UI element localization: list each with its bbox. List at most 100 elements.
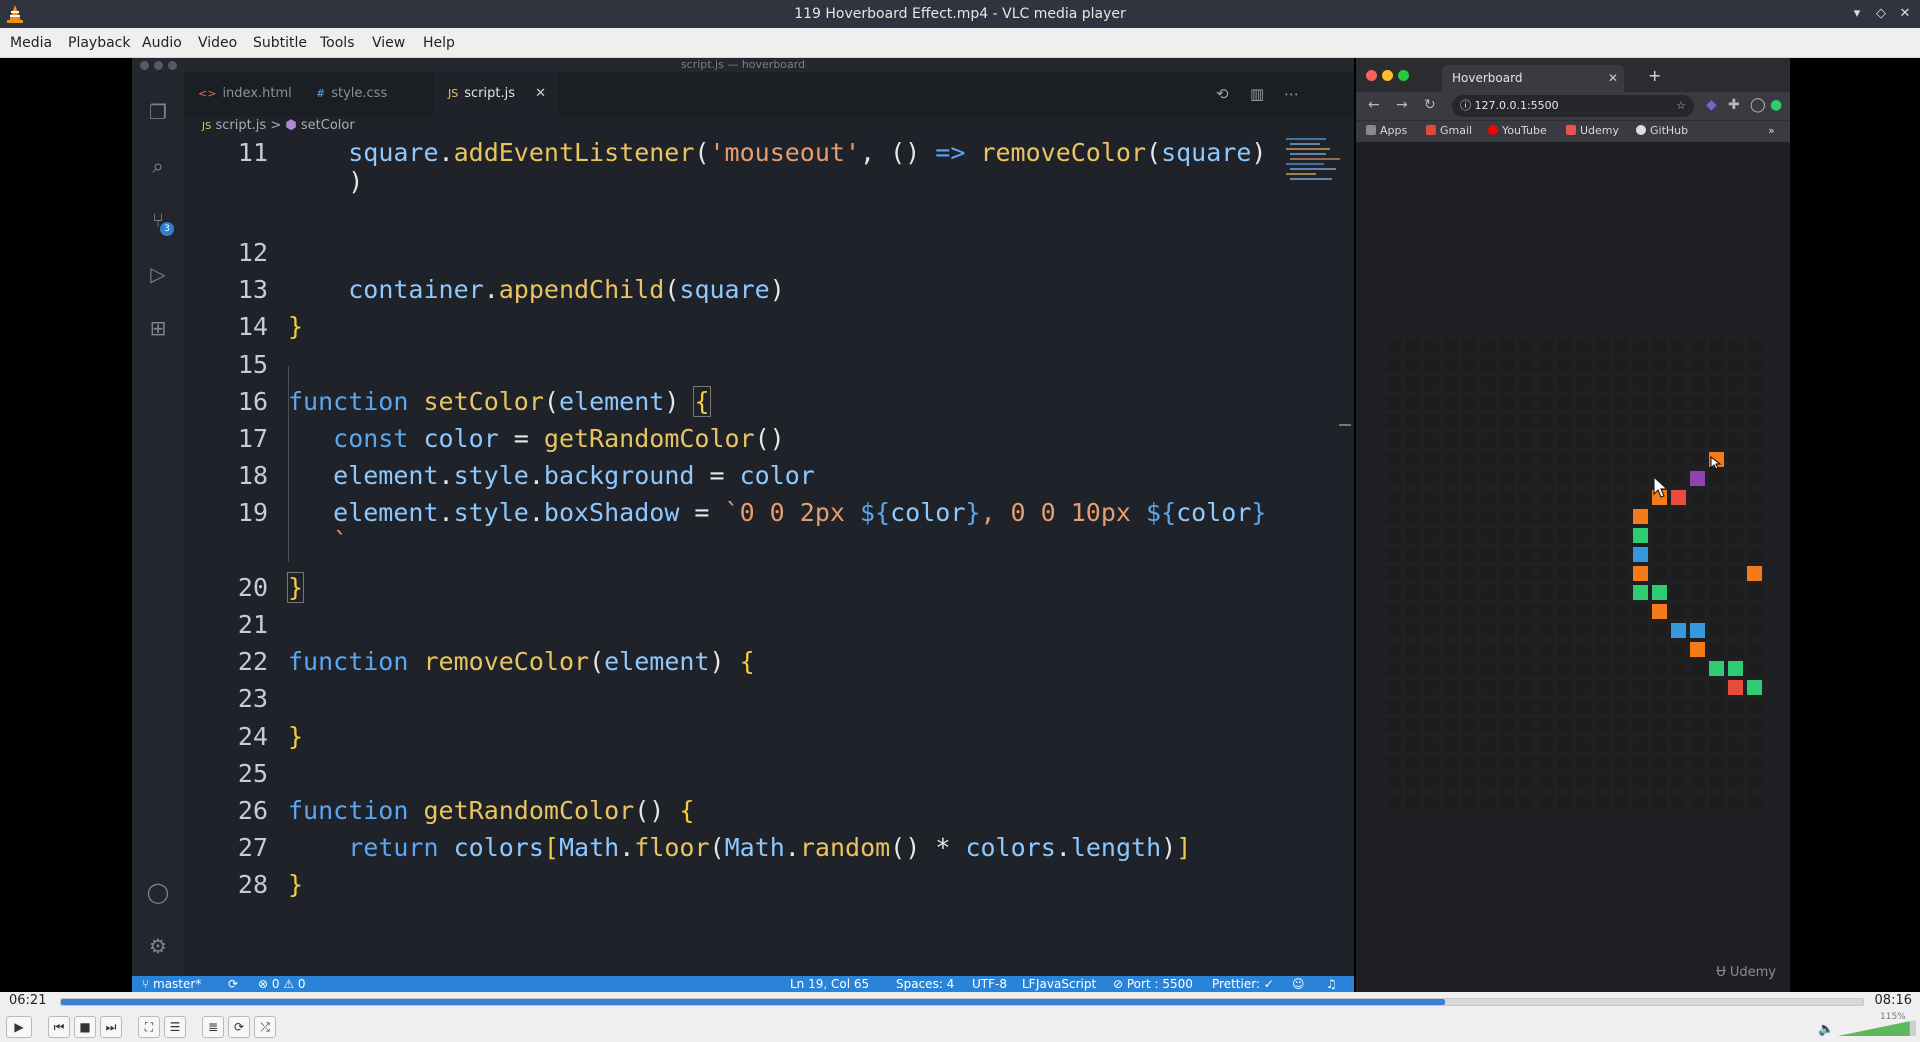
- grid-square[interactable]: [1462, 756, 1477, 771]
- grid-square[interactable]: [1652, 775, 1667, 790]
- grid-square[interactable]: [1576, 338, 1591, 353]
- grid-square[interactable]: [1747, 718, 1762, 733]
- grid-square[interactable]: [1519, 433, 1534, 448]
- grid-square[interactable]: [1690, 566, 1705, 581]
- grid-square[interactable]: [1595, 433, 1610, 448]
- grid-square[interactable]: [1633, 376, 1648, 391]
- grid-square[interactable]: [1386, 528, 1401, 543]
- grid-square[interactable]: [1405, 775, 1420, 790]
- grid-square[interactable]: [1443, 509, 1458, 524]
- grid-square[interactable]: [1481, 623, 1496, 638]
- grid-square[interactable]: [1576, 528, 1591, 543]
- grid-square[interactable]: [1405, 699, 1420, 714]
- grid-square[interactable]: [1747, 661, 1762, 676]
- grid-square[interactable]: [1405, 357, 1420, 372]
- grid-square[interactable]: [1405, 585, 1420, 600]
- grid-square[interactable]: [1747, 737, 1762, 752]
- grid-square[interactable]: [1405, 490, 1420, 505]
- grid-square[interactable]: [1443, 547, 1458, 562]
- grid-square[interactable]: [1652, 756, 1667, 771]
- menu-media[interactable]: Media: [10, 35, 52, 51]
- grid-square[interactable]: [1538, 718, 1553, 733]
- grid-square[interactable]: [1386, 338, 1401, 353]
- grid-square[interactable]: [1690, 718, 1705, 733]
- grid-square[interactable]: [1652, 794, 1667, 809]
- grid-square[interactable]: [1709, 585, 1724, 600]
- grid-square[interactable]: [1690, 547, 1705, 562]
- grid-square-lit[interactable]: [1633, 509, 1648, 524]
- grid-square[interactable]: [1424, 395, 1439, 410]
- grid-square[interactable]: [1614, 642, 1629, 657]
- grid-square[interactable]: [1690, 604, 1705, 619]
- grid-square[interactable]: [1690, 376, 1705, 391]
- grid-square[interactable]: [1443, 756, 1458, 771]
- grid-square[interactable]: [1405, 680, 1420, 695]
- grid-square[interactable]: [1405, 395, 1420, 410]
- grid-square[interactable]: [1671, 471, 1686, 486]
- grid-square[interactable]: [1424, 699, 1439, 714]
- grid-square[interactable]: [1386, 376, 1401, 391]
- grid-square[interactable]: [1709, 680, 1724, 695]
- grid-square[interactable]: [1481, 376, 1496, 391]
- grid-square[interactable]: [1557, 661, 1572, 676]
- grid-square[interactable]: [1386, 756, 1401, 771]
- grid-square[interactable]: [1500, 642, 1515, 657]
- grid-square[interactable]: [1652, 509, 1667, 524]
- grid-square[interactable]: [1557, 414, 1572, 429]
- grid-square[interactable]: [1595, 604, 1610, 619]
- grid-square[interactable]: [1595, 566, 1610, 581]
- grid-square[interactable]: [1519, 566, 1534, 581]
- grid-square[interactable]: [1443, 604, 1458, 619]
- grid-square[interactable]: [1481, 604, 1496, 619]
- grid-square[interactable]: [1633, 395, 1648, 410]
- grid-square[interactable]: [1462, 718, 1477, 733]
- grid-square[interactable]: [1500, 547, 1515, 562]
- grid-square[interactable]: [1709, 737, 1724, 752]
- grid-square[interactable]: [1690, 490, 1705, 505]
- grid-square[interactable]: [1728, 433, 1743, 448]
- grid-square[interactable]: [1709, 414, 1724, 429]
- grid-square[interactable]: [1519, 395, 1534, 410]
- grid-square[interactable]: [1500, 528, 1515, 543]
- grid-square[interactable]: [1405, 718, 1420, 733]
- grid-square[interactable]: [1500, 718, 1515, 733]
- grid-square[interactable]: [1652, 737, 1667, 752]
- grid-square[interactable]: [1443, 661, 1458, 676]
- grid-square[interactable]: [1690, 452, 1705, 467]
- grid-square[interactable]: [1671, 414, 1686, 429]
- grid-square[interactable]: [1652, 433, 1667, 448]
- grid-square[interactable]: [1690, 338, 1705, 353]
- grid-square[interactable]: [1538, 737, 1553, 752]
- grid-square[interactable]: [1747, 604, 1762, 619]
- previous-button[interactable]: ⏮: [48, 1016, 70, 1038]
- grid-square[interactable]: [1614, 604, 1629, 619]
- grid-square[interactable]: [1728, 794, 1743, 809]
- grid-square[interactable]: [1576, 566, 1591, 581]
- grid-square[interactable]: [1443, 395, 1458, 410]
- grid-square[interactable]: [1557, 471, 1572, 486]
- grid-square[interactable]: [1652, 452, 1667, 467]
- grid-square[interactable]: [1481, 756, 1496, 771]
- grid-square[interactable]: [1443, 357, 1458, 372]
- grid-square[interactable]: [1728, 414, 1743, 429]
- grid-square[interactable]: [1709, 604, 1724, 619]
- menu-video[interactable]: Video: [198, 35, 237, 51]
- grid-square[interactable]: [1443, 414, 1458, 429]
- grid-square[interactable]: [1747, 547, 1762, 562]
- close-icon[interactable]: ✕: [1896, 5, 1914, 23]
- grid-square[interactable]: [1481, 775, 1496, 790]
- grid-square[interactable]: [1576, 737, 1591, 752]
- fullscreen-button[interactable]: ⛶: [138, 1016, 160, 1038]
- grid-square[interactable]: [1614, 547, 1629, 562]
- grid-square[interactable]: [1595, 775, 1610, 790]
- grid-square[interactable]: [1500, 357, 1515, 372]
- grid-square[interactable]: [1424, 661, 1439, 676]
- grid-square[interactable]: [1576, 471, 1591, 486]
- grid-square[interactable]: [1595, 357, 1610, 372]
- grid-square[interactable]: [1538, 433, 1553, 448]
- grid-square[interactable]: [1538, 661, 1553, 676]
- grid-square[interactable]: [1728, 395, 1743, 410]
- grid-square[interactable]: [1633, 338, 1648, 353]
- grid-square[interactable]: [1538, 699, 1553, 714]
- grid-square[interactable]: [1462, 547, 1477, 562]
